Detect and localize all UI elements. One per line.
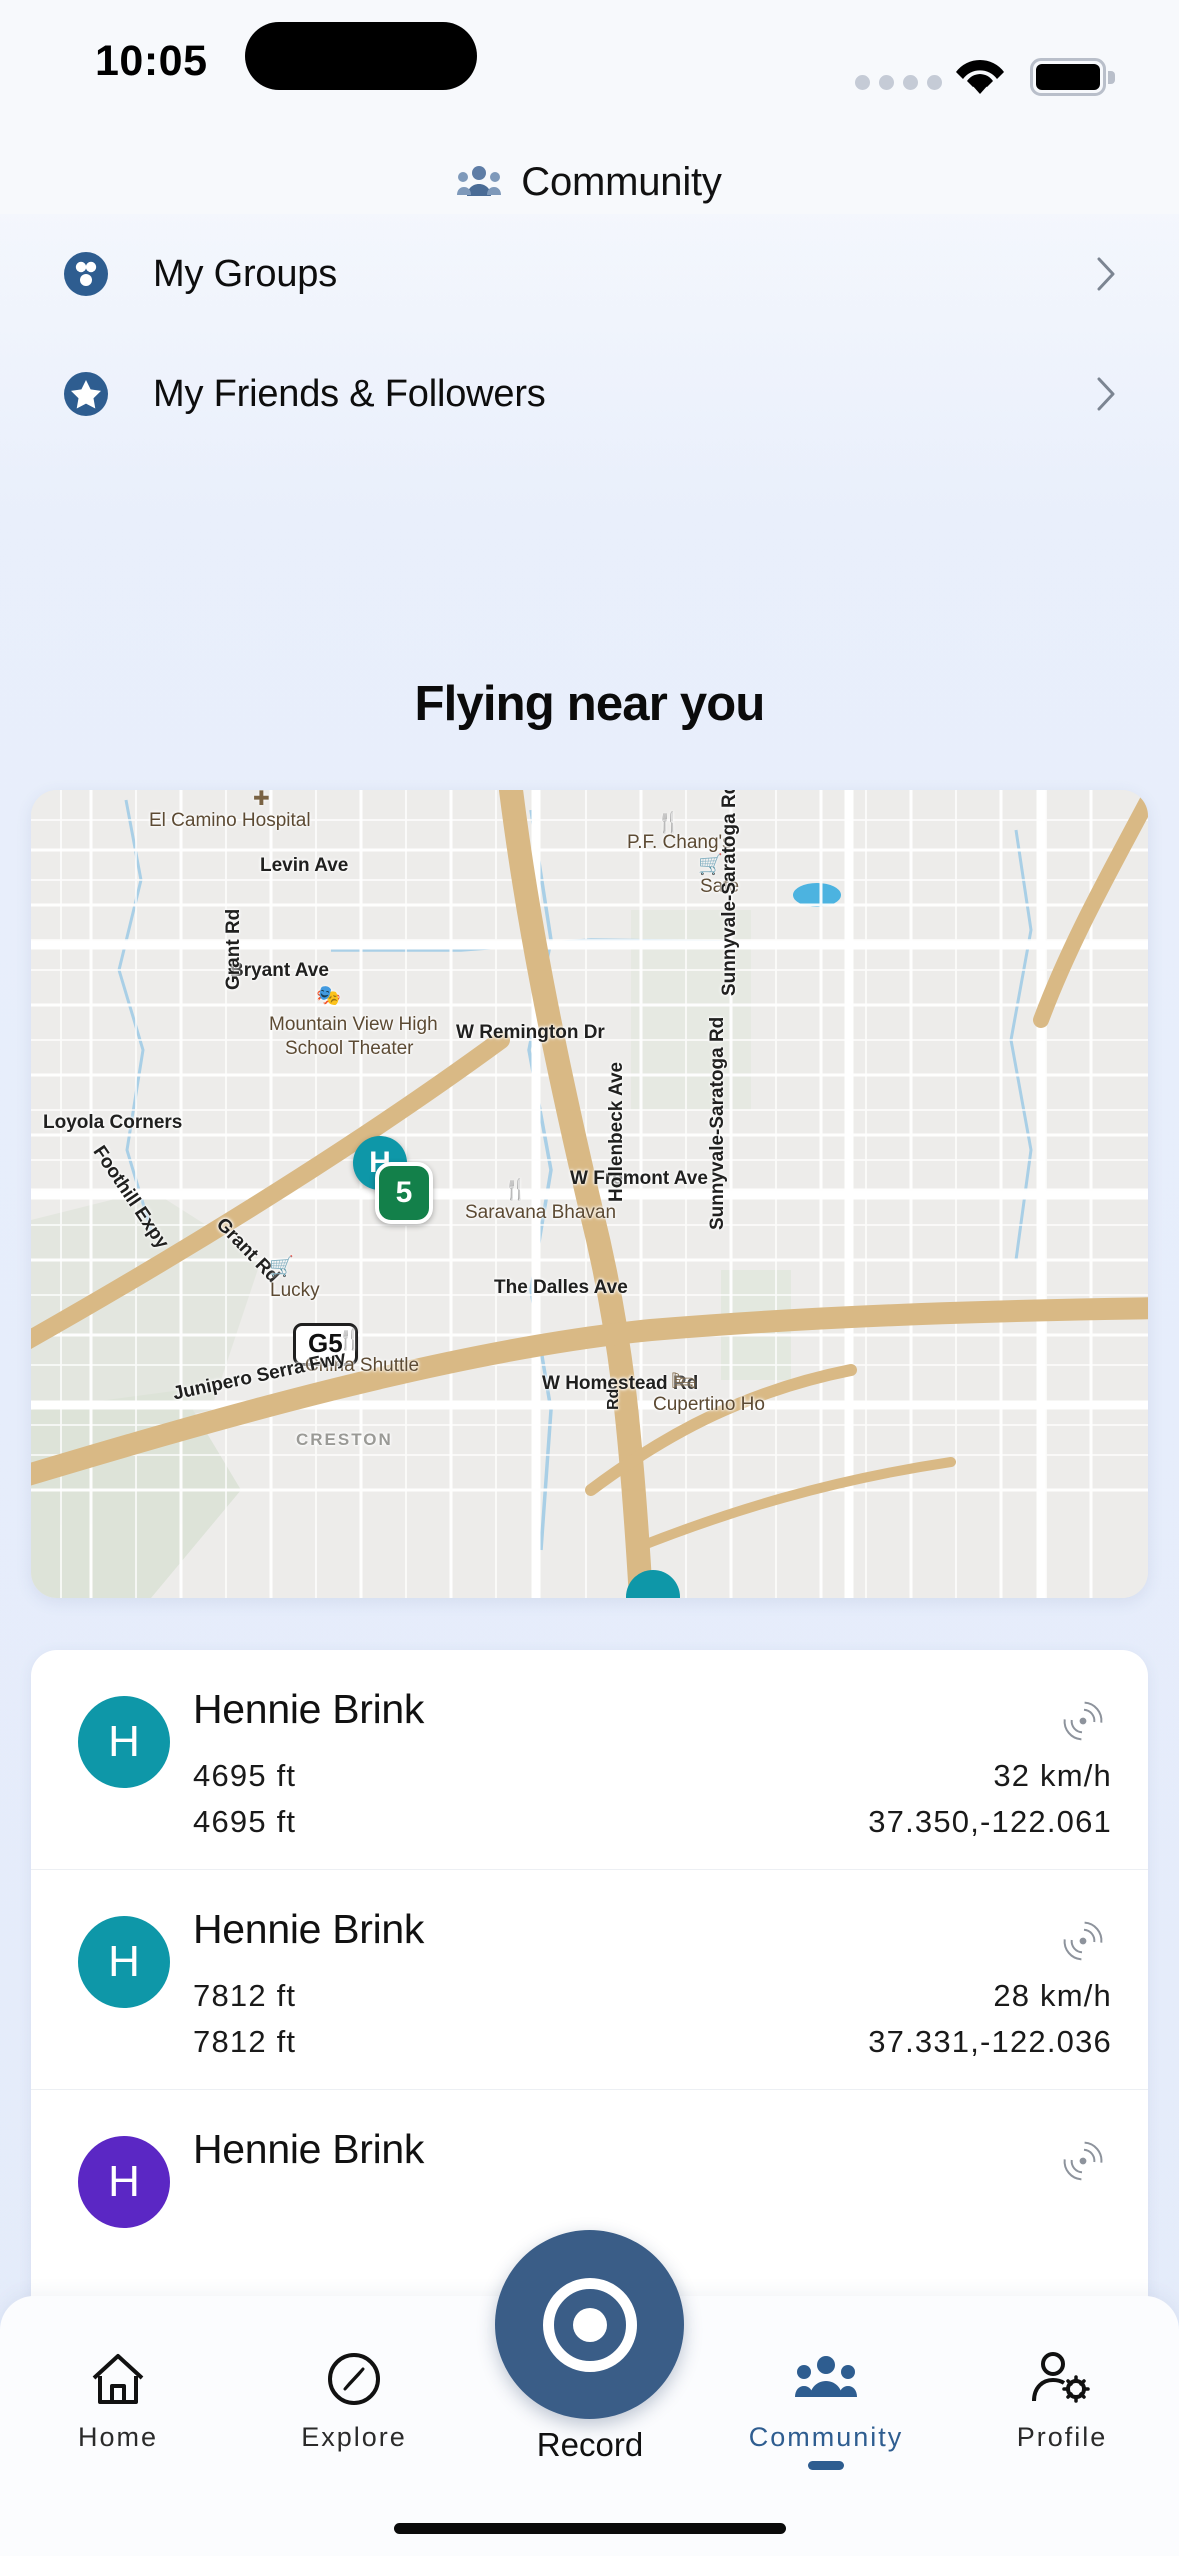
pilot-altitude-secondary: 4695 ft (193, 1804, 297, 1839)
map-marker-highway-shield[interactable]: 5 (375, 1162, 433, 1224)
star-circle-icon (62, 370, 110, 418)
battery-icon (1030, 58, 1115, 96)
map-canvas (31, 790, 1148, 1598)
nearby-pilots-map[interactable]: El Camino Hospital ✚ Levin Ave Bryant Av… (31, 790, 1148, 1598)
hotel-icon: 🛏 (671, 1370, 697, 1392)
home-icon (0, 2348, 236, 2410)
chevron-right-icon (1095, 376, 1117, 412)
avatar: H (78, 1696, 170, 1788)
avatar: H (78, 2136, 170, 2228)
list-item[interactable]: H Hennie Brink 7812 ft 7812 ft 28 km/h 3… (31, 1870, 1148, 2090)
map-label: Sunnyvale-Saratoga Rd (707, 1016, 728, 1230)
tab-record[interactable]: Record (472, 2414, 708, 2464)
home-indicator (393, 2523, 786, 2534)
sidebar-item-label: My Groups (153, 252, 338, 295)
dynamic-island (245, 22, 477, 90)
pilot-altitude-secondary: 7812 ft (193, 2024, 297, 2059)
cellular-signal-icon (855, 75, 942, 90)
status-bar-time: 10:05 (95, 37, 208, 85)
map-label: Mountain View High (269, 1014, 438, 1035)
tab-explore[interactable]: Explore (236, 2348, 472, 2453)
map-label: El Camino Hospital (149, 810, 311, 831)
map-label: Loyola Corners (43, 1112, 183, 1133)
tab-label: Explore (301, 2422, 407, 2452)
broadcast-icon (1056, 1694, 1110, 1748)
theater-icon: 🎭 (316, 985, 341, 1007)
sidebar-item-label: My Friends & Followers (153, 372, 546, 415)
pilot-name: Hennie Brink (193, 1906, 425, 1952)
hospital-icon: ✚ (253, 790, 270, 810)
tab-label: Record (536, 2426, 644, 2463)
pilot-coordinates: 37.331,-122.036 (868, 2024, 1112, 2059)
map-label: Grant Rd (223, 908, 244, 990)
pilot-altitude-primary: 4695 ft (193, 1758, 297, 1793)
community-menu: My Groups My Friends & Followers (0, 214, 1179, 454)
record-button[interactable] (495, 2230, 684, 2419)
sidebar-item-my-friends-followers[interactable]: My Friends & Followers (0, 334, 1179, 454)
pilot-coordinates: 37.350,-122.061 (868, 1804, 1112, 1839)
map-label: Lucky (270, 1280, 320, 1301)
pilot-name: Hennie Brink (193, 2126, 425, 2172)
map-label: Rd (605, 1388, 622, 1410)
map-label: Sunnyvale-Saratoga Rd (719, 790, 740, 996)
sidebar-item-my-groups[interactable]: My Groups (0, 214, 1179, 334)
wifi-icon (952, 56, 1008, 98)
page-header: Community (0, 150, 1179, 214)
map-label: CRESTON (296, 1430, 393, 1449)
map-label: P.F. Chang's (627, 832, 732, 853)
chevron-right-icon (1095, 256, 1117, 292)
people-group-icon (708, 2348, 944, 2410)
avatar: H (78, 1916, 170, 2008)
record-target-icon (542, 2277, 637, 2372)
map-label: W Fremont Ave (570, 1168, 708, 1189)
tab-label: Home (77, 2422, 159, 2452)
tab-home[interactable]: Home (0, 2348, 236, 2453)
list-item[interactable]: H Hennie Brink 4695 ft 4695 ft 32 km/h 3… (31, 1650, 1148, 1870)
tab-label: Community (748, 2422, 904, 2452)
pilot-altitude-primary: 7812 ft (193, 1978, 297, 2013)
map-label: Cupertino Ho (653, 1394, 765, 1415)
tab-label: Profile (1016, 2422, 1108, 2452)
tab-profile[interactable]: Profile (944, 2348, 1179, 2453)
section-title: Flying near you (414, 677, 765, 731)
active-tab-indicator (808, 2461, 844, 2470)
people-group-icon (457, 164, 502, 200)
pilot-speed: 28 km/h (993, 1978, 1112, 2013)
person-gear-icon (944, 2348, 1179, 2410)
store-icon: 🛒 (269, 1256, 294, 1278)
status-bar: 10:05 (0, 0, 1179, 150)
map-label: The Dalles Ave (494, 1277, 628, 1298)
compass-icon (236, 2348, 472, 2410)
tab-community[interactable]: Community (708, 2348, 944, 2470)
map-label: W Remington Dr (456, 1022, 605, 1043)
map-label: Hollenbeck Ave (606, 1061, 627, 1202)
pilot-name: Hennie Brink (193, 1686, 425, 1732)
restaurant-icon: 🍴 (503, 1179, 528, 1201)
group-circle-icon (62, 250, 110, 298)
bottom-navigation-bar: Home Explore Record Community Profile (0, 2230, 1179, 2556)
broadcast-icon (1056, 2134, 1110, 2188)
map-label: Saravana Bhavan (465, 1202, 617, 1223)
page-title: Community (521, 159, 722, 204)
map-label: School Theater (285, 1038, 414, 1059)
broadcast-icon (1056, 1914, 1110, 1968)
map-label: Levin Ave (260, 855, 349, 876)
pilot-speed: 32 km/h (993, 1758, 1112, 1793)
